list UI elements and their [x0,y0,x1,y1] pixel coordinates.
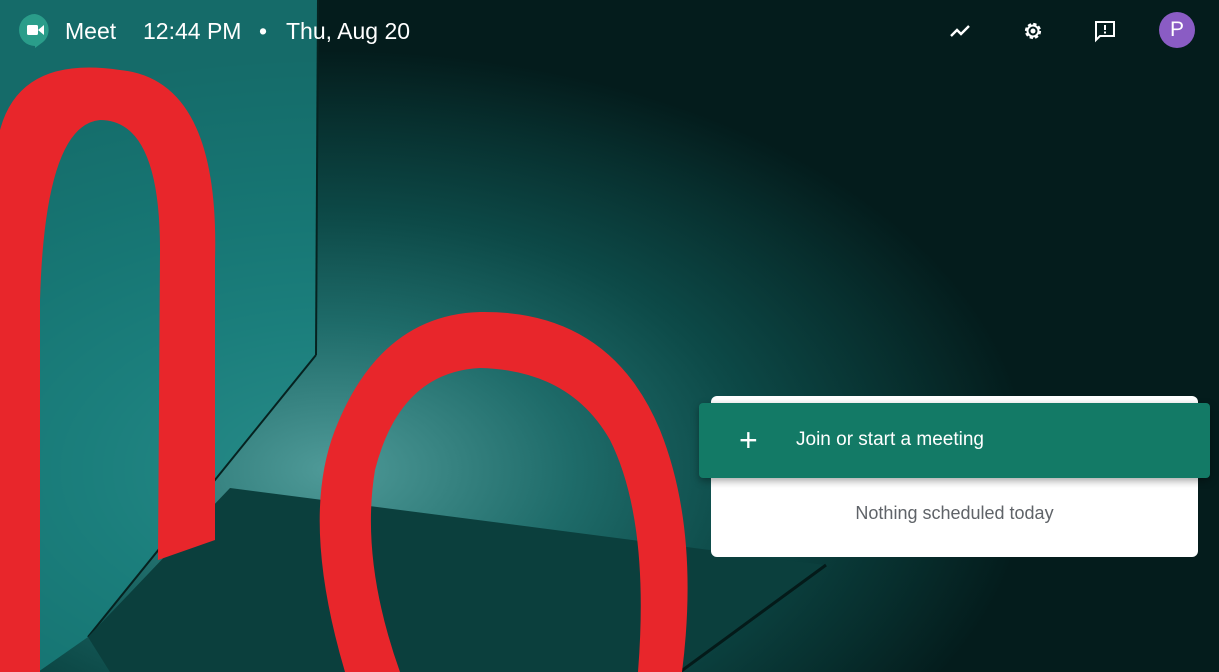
plus-icon: + [739,422,758,458]
empty-schedule-message: Nothing scheduled today [855,503,1054,523]
separator: • [259,18,268,44]
app-name: Meet [65,18,117,44]
current-date: Thu, Aug 20 [286,18,411,44]
top-bar: Meet 12:44 PM • Thu, Aug 20 P [0,0,1219,64]
avatar[interactable]: P [1159,12,1195,48]
settings-gear-icon[interactable] [1020,18,1046,44]
join-label: Join or start a meeting [796,429,984,450]
avatar-letter: P [1169,18,1184,41]
activity-chart-icon[interactable] [948,18,974,44]
background-artwork [0,0,827,672]
meet-logo-icon [19,14,49,48]
join-or-start-meeting-button[interactable]: + Join or start a meeting [699,403,1210,478]
feedback-icon[interactable] [1092,18,1118,44]
current-time: 12:44 PM [143,18,242,44]
